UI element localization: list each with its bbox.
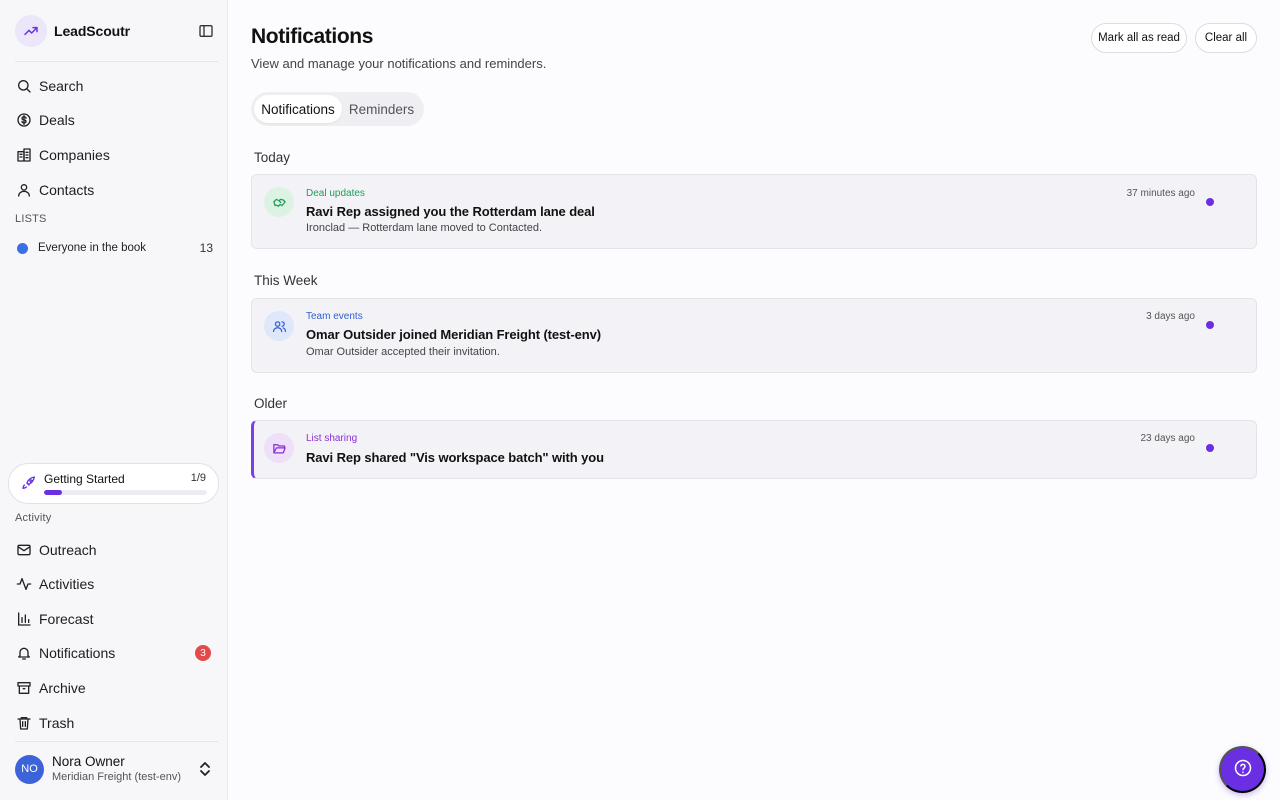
divider — [15, 741, 218, 742]
sidebar-item-search[interactable]: Search — [15, 71, 218, 101]
help-circle-icon — [1233, 758, 1253, 781]
brand[interactable]: LeadScoutr — [15, 15, 130, 47]
group-label-this-week: This Week — [254, 273, 318, 288]
sidebar-item-label: Deals — [39, 112, 75, 128]
sidebar-item-contacts[interactable]: Contacts — [15, 175, 218, 205]
notification-category: Team events — [306, 311, 363, 322]
progress-fill — [44, 490, 62, 495]
trash-icon — [15, 715, 32, 732]
sidebar-item-forecast[interactable]: Forecast — [15, 604, 218, 634]
sidebar-item-deals[interactable]: Deals — [15, 105, 218, 135]
notification-time: 37 minutes ago — [1126, 188, 1195, 199]
getting-started-count: 1/9 — [190, 472, 206, 484]
tab-bar: Notifications Reminders — [251, 92, 424, 126]
notification-category: Deal updates — [306, 188, 365, 199]
sidebar-item-label: Companies — [39, 147, 110, 163]
sidebar-item-outreach[interactable]: Outreach — [15, 535, 218, 565]
sidebar-toggle-icon[interactable] — [196, 21, 216, 41]
list-item-count: 13 — [199, 241, 213, 255]
search-icon — [15, 78, 32, 95]
sidebar: LeadScoutr Search Deals Companies Contac… — [0, 0, 228, 800]
sidebar-item-label: Activities — [39, 576, 95, 592]
notification-time: 23 days ago — [1140, 433, 1196, 444]
notification-description: Ironclad — Rotterdam lane moved to Conta… — [306, 222, 543, 234]
tab-reminders[interactable]: Reminders — [342, 95, 421, 123]
unread-indicator — [1206, 321, 1214, 329]
unread-indicator — [1206, 198, 1214, 206]
rocket-icon — [21, 475, 38, 492]
notifications-badge: 3 — [195, 645, 211, 661]
sidebar-item-label: Notifications — [39, 645, 116, 661]
notification-description: Omar Outsider accepted their invitation. — [306, 346, 500, 358]
chevrons-up-down-icon[interactable] — [198, 760, 212, 778]
group-label-older: Older — [254, 396, 288, 411]
getting-started-progress — [44, 490, 207, 495]
user-org: Meridian Freight (test-env) — [52, 771, 181, 783]
user-icon — [15, 182, 32, 199]
clear-all-button[interactable]: Clear all — [1195, 23, 1257, 53]
page-subtitle: View and manage your notifications and r… — [251, 56, 547, 71]
sidebar-item-trash[interactable]: Trash — [15, 708, 218, 738]
help-button[interactable] — [1219, 746, 1266, 793]
tab-notifications[interactable]: Notifications — [254, 95, 342, 123]
sidebar-item-label: Search — [39, 78, 84, 94]
group-label-today: Today — [254, 150, 291, 165]
sidebar-item-archive[interactable]: Archive — [15, 673, 218, 703]
main-content: Notifications View and manage your notif… — [228, 0, 1280, 800]
avatar: NO — [15, 754, 44, 784]
notification-time: 3 days ago — [1146, 311, 1195, 322]
user-menu[interactable]: NO Nora Owner Meridian Freight (test-env… — [15, 754, 218, 784]
trending-up-icon — [15, 15, 47, 47]
bar-chart-icon — [15, 611, 32, 628]
unread-indicator — [1206, 444, 1214, 452]
notification-title: Ravi Rep shared "Vis workspace batch" wi… — [306, 450, 604, 465]
building-icon — [15, 147, 32, 164]
activity-section-label: Activity — [15, 512, 52, 524]
lists-section-label: LISTS — [15, 213, 47, 225]
sidebar-item-notifications[interactable]: Notifications 3 — [15, 638, 218, 668]
handshake-icon — [264, 187, 294, 217]
activity-icon — [15, 576, 32, 593]
bell-icon — [15, 645, 32, 662]
archive-icon — [15, 680, 32, 697]
list-color-dot — [17, 242, 28, 254]
sidebar-item-activities[interactable]: Activities — [15, 569, 218, 599]
mark-all-read-button[interactable]: Mark all as read — [1091, 23, 1187, 53]
brand-name: LeadScoutr — [54, 23, 131, 39]
notification-category: List sharing — [306, 433, 358, 444]
mail-icon — [15, 542, 32, 559]
list-item-everyone[interactable]: Everyone in the book 13 — [15, 238, 213, 258]
users-icon — [264, 311, 294, 341]
notification-card[interactable]: Deal updates Ravi Rep assigned you the R… — [251, 174, 1257, 249]
getting-started-card[interactable]: Getting Started 1/9 — [8, 463, 219, 504]
notification-title: Omar Outsider joined Meridian Freight (t… — [306, 327, 601, 342]
sidebar-item-label: Archive — [39, 680, 86, 696]
getting-started-label: Getting Started — [44, 472, 125, 486]
sidebar-item-label: Outreach — [39, 542, 97, 558]
sidebar-item-companies[interactable]: Companies — [15, 140, 218, 170]
sidebar-item-label: Trash — [39, 715, 75, 731]
divider — [15, 61, 218, 62]
user-name: Nora Owner — [52, 754, 125, 769]
page-title: Notifications — [251, 25, 373, 48]
sidebar-item-label: Contacts — [39, 182, 95, 198]
notification-card[interactable]: List sharing Ravi Rep shared "Vis worksp… — [251, 420, 1257, 479]
sidebar-item-label: Forecast — [39, 611, 94, 627]
folder-open-icon — [264, 433, 294, 463]
notification-card[interactable]: Team events Omar Outsider joined Meridia… — [251, 298, 1257, 373]
notification-title: Ravi Rep assigned you the Rotterdam lane… — [306, 204, 595, 219]
list-item-label: Everyone in the book — [38, 242, 147, 254]
dollar-circle-icon — [15, 112, 32, 129]
